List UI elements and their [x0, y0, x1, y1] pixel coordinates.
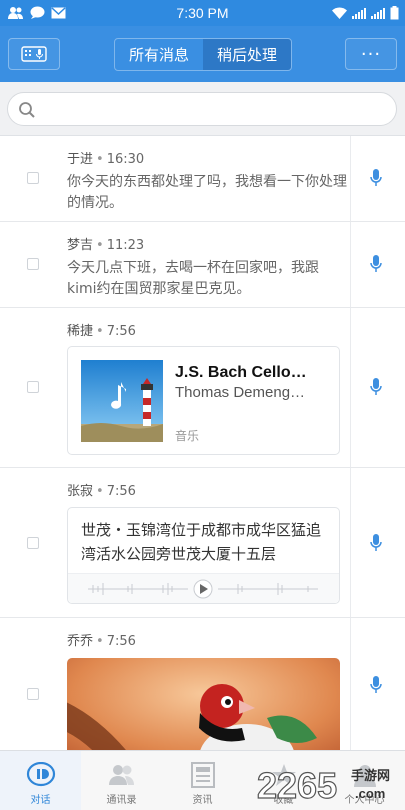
sender-name: 于进 — [67, 152, 94, 167]
row-checkbox[interactable] — [27, 258, 39, 270]
row-checkbox[interactable] — [27, 381, 39, 393]
tab-profile[interactable]: 个人中心 — [324, 751, 405, 810]
mic-icon[interactable] — [370, 169, 382, 187]
message-row[interactable]: 乔乔 • 7:56 — [0, 618, 405, 750]
search-box[interactable] — [7, 92, 397, 126]
message-meta: 乔乔 • 7:56 — [67, 634, 136, 649]
wifi-icon — [332, 7, 347, 19]
tab-chat[interactable]: 对话 — [0, 751, 81, 810]
music-title: J.S. Bach Cello… — [175, 364, 307, 381]
profile-icon — [353, 765, 376, 787]
message-row[interactable]: 稀捷 • 7:56 J.S. Bach Cello… Thomas Demeng… — [0, 308, 405, 468]
sender-name: 梦吉 — [67, 238, 94, 253]
audio-waveform[interactable] — [68, 573, 339, 603]
message-row[interactable]: 梦吉 • 11:23 今天几点下班，去喝一杯在回家吧，我跟kimi约在国贸那家星巴克… — [0, 222, 405, 308]
message-time: 7:56 — [106, 484, 136, 499]
status-right-icons — [332, 6, 399, 20]
message-meta: 梦吉 • 11:23 — [67, 238, 145, 253]
news-icon — [190, 762, 215, 788]
location-card[interactable]: 世茂・玉锦湾位于成都市成华区猛追湾活水公园旁世茂大厦十五层 — [67, 507, 340, 604]
message-filter-segment: 所有消息 稍后处理 — [114, 38, 292, 71]
tab-bar: 对话 通讯录 资讯 收藏 个人中心 — [0, 750, 405, 810]
voice-compose-button[interactable] — [8, 38, 60, 70]
row-checkbox[interactable] — [27, 537, 39, 549]
tab-label: 个人中心 — [344, 795, 385, 806]
tab-label: 通讯录 — [106, 795, 137, 806]
mic-icon[interactable] — [370, 676, 382, 694]
row-checkbox[interactable] — [27, 688, 39, 700]
more-button[interactable]: ··· — [345, 38, 397, 70]
segment-later[interactable]: 稍后处理 — [203, 39, 291, 70]
search-icon — [19, 102, 35, 118]
album-cover — [81, 360, 163, 442]
segment-all-messages[interactable]: 所有消息 — [115, 39, 203, 70]
photo-attachment[interactable] — [67, 658, 340, 750]
tab-favorites[interactable]: 收藏 — [243, 751, 324, 810]
mic-icon[interactable] — [370, 255, 382, 273]
message-list: 于进 • 16:30 你今天的东西都处理了吗，我想看一下你处理的情况。 梦吉 • 11:… — [0, 136, 405, 750]
message-row[interactable]: 张寂 • 7:56 世茂・玉锦湾位于成都市成华区猛追湾活水公园旁世茂大厦十五层 — [0, 468, 405, 618]
message-row[interactable]: 于进 • 16:30 你今天的东西都处理了吗，我想看一下你处理的情况。 — [0, 136, 405, 222]
favorites-icon — [271, 764, 296, 786]
message-time: 11:23 — [106, 238, 145, 253]
sender-name: 张寂 — [67, 484, 94, 499]
tab-label: 资讯 — [192, 795, 213, 806]
message-text: 今天几点下班，去喝一杯在回家吧，我跟kimi约在国贸那家星巴克见。 — [67, 260, 319, 297]
message-time: 7:56 — [106, 324, 136, 339]
voice-compose-icon — [21, 46, 47, 62]
sender-name: 乔乔 — [67, 634, 94, 649]
status-bar: 7:30 PM — [0, 0, 405, 26]
mic-icon[interactable] — [370, 534, 382, 552]
header: 所有消息 稍后处理 ··· — [0, 26, 405, 82]
sender-name: 稀捷 — [67, 324, 94, 339]
tab-news[interactable]: 资讯 — [162, 751, 243, 810]
signal-icon — [352, 7, 366, 19]
message-time: 16:30 — [106, 152, 145, 167]
tab-contacts[interactable]: 通讯录 — [81, 751, 162, 810]
message-meta: 于进 • 16:30 — [67, 152, 145, 167]
search-area — [0, 82, 405, 136]
chat-icon — [26, 762, 55, 787]
message-meta: 稀捷 • 7:56 — [67, 324, 136, 339]
more-icon: ··· — [360, 43, 382, 65]
card-type-label: 音乐 — [175, 429, 200, 443]
message-text: 你今天的东西都处理了吗，我想看一下你处理的情况。 — [67, 174, 347, 211]
music-card[interactable]: J.S. Bach Cello… Thomas Demeng… 音乐 — [67, 346, 340, 455]
row-checkbox[interactable] — [27, 172, 39, 184]
location-text: 世茂・玉锦湾位于成都市成华区猛追湾活水公园旁世茂大厦十五层 — [81, 521, 322, 563]
mic-icon[interactable] — [370, 378, 382, 396]
message-time: 7:56 — [106, 634, 136, 649]
message-meta: 张寂 • 7:56 — [67, 484, 136, 499]
battery-icon — [390, 6, 399, 20]
music-artist: Thomas Demeng… — [175, 384, 306, 401]
tab-label: 对话 — [30, 795, 51, 806]
tab-label: 收藏 — [273, 795, 294, 806]
contacts-icon — [108, 765, 134, 785]
signal-2-icon — [371, 7, 385, 19]
search-input[interactable] — [44, 97, 384, 121]
